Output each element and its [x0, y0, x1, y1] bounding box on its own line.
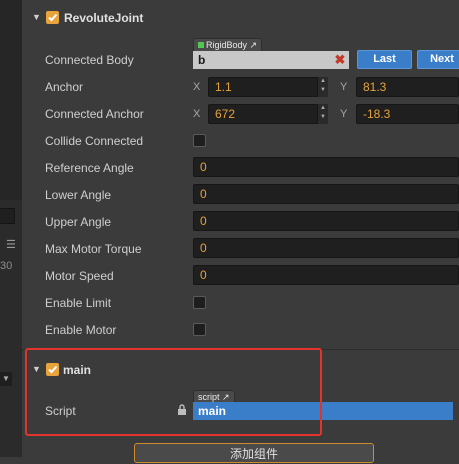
add-component-button[interactable]: 添加组件 [134, 443, 374, 463]
upper-angle-label: Upper Angle [45, 215, 112, 229]
left-panel-dark-area [0, 0, 22, 200]
connected-body-label: Connected Body [45, 53, 134, 67]
dropdown-arrow-icon[interactable]: ▼ [0, 372, 12, 386]
collide-connected-checkbox[interactable] [193, 134, 206, 147]
connected-anchor-x-spinner[interactable]: ▲ ▼ [317, 104, 328, 124]
lower-angle-label: Lower Angle [45, 188, 112, 202]
revolute-joint-header[interactable]: ▼ RevoluteJoint [22, 6, 459, 30]
revolute-joint-enabled-checkbox[interactable] [46, 11, 59, 24]
menu-icon[interactable]: ☰ [6, 238, 16, 251]
upper-angle-input[interactable]: 0 [193, 211, 459, 231]
lower-angle-input[interactable]: 0 [193, 184, 459, 204]
enable-motor-checkbox[interactable] [193, 323, 206, 336]
motor-speed-label: Motor Speed [45, 269, 114, 283]
connected-body-field[interactable]: b [193, 51, 331, 69]
connected-anchor-x-axis-label: X [193, 108, 201, 120]
revolute-joint-title: RevoluteJoint [64, 11, 144, 25]
anchor-y-input[interactable]: 81.3 [356, 77, 459, 97]
motor-speed-input[interactable]: 0 [193, 265, 459, 285]
left-panel-strip: ☰ 30 ▼ [0, 0, 22, 457]
max-motor-torque-label: Max Motor Torque [45, 242, 142, 256]
inspector-panel: ▼ RevoluteJoint Connected Body RigidBody… [22, 0, 459, 463]
enable-limit-label: Enable Limit [45, 296, 112, 310]
next-button[interactable]: Next [417, 50, 459, 69]
collapse-triangle-icon[interactable]: ▼ [32, 12, 41, 22]
last-button[interactable]: Last [357, 50, 412, 69]
enable-motor-label: Enable Motor [45, 323, 117, 337]
left-panel-number: 30 [0, 260, 13, 272]
anchor-x-spinner[interactable]: ▲ ▼ [317, 77, 328, 97]
collide-connected-label: Collide Connected [45, 134, 144, 148]
reference-angle-input[interactable]: 0 [193, 157, 459, 177]
left-panel-field[interactable] [0, 208, 15, 224]
clear-icon[interactable]: ✖ [331, 51, 349, 69]
enable-limit-checkbox[interactable] [193, 296, 206, 309]
reference-angle-label: Reference Angle [45, 161, 134, 175]
rigidbody-type-tag[interactable]: RigidBody ↗ [193, 38, 263, 51]
connected-anchor-y-axis-label: Y [340, 108, 348, 120]
external-link-icon[interactable]: ↗ [250, 40, 258, 50]
anchor-y-axis-label: Y [340, 81, 348, 93]
connected-anchor-label: Connected Anchor [45, 107, 144, 121]
anchor-x-input[interactable]: 1.1 [208, 77, 328, 97]
connected-anchor-y-input[interactable]: -18.3 [356, 104, 459, 124]
max-motor-torque-input[interactable]: 0 [193, 238, 459, 258]
red-highlight-box [25, 348, 322, 436]
rigidbody-color-icon [198, 42, 204, 48]
anchor-label: Anchor [45, 80, 84, 94]
connected-anchor-x-input[interactable]: 672 [208, 104, 328, 124]
anchor-x-axis-label: X [193, 81, 201, 93]
